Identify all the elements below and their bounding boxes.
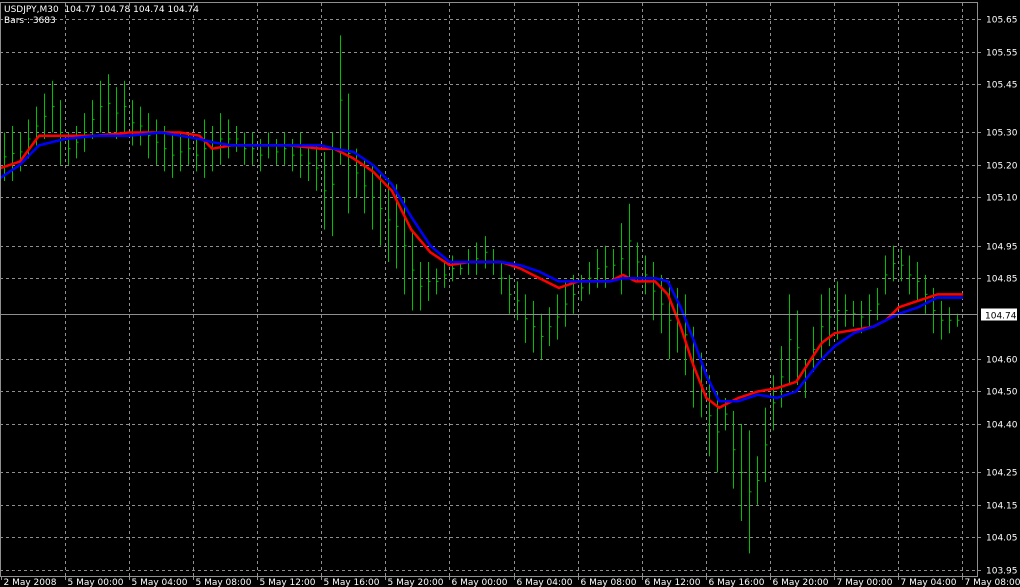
x-tick-label: 6 May 20:00 bbox=[773, 578, 829, 587]
x-tick-label: 6 May 12:00 bbox=[645, 578, 701, 587]
y-tick-label: 104.95 bbox=[986, 243, 1018, 253]
y-tick-label: 104.40 bbox=[986, 421, 1018, 431]
x-tick-label: 6 May 08:00 bbox=[581, 578, 637, 587]
y-tick-label: 105.55 bbox=[986, 49, 1018, 59]
price-chart[interactable]: 105.65 105.55 105.45 105.30 105.20 105.10 104.… bbox=[0, 0, 1020, 587]
y-tick-label: 105.45 bbox=[986, 81, 1018, 91]
y-tick-label: 103.95 bbox=[986, 567, 1018, 577]
y-tick-label: 105.20 bbox=[986, 162, 1018, 172]
y-tick-label: 105.10 bbox=[986, 194, 1018, 204]
y-tick-label: 104.60 bbox=[986, 356, 1018, 366]
x-tick-label: 5 May 04:00 bbox=[132, 578, 188, 587]
y-tick-label: 104.05 bbox=[986, 534, 1018, 544]
y-tick-label: 104.15 bbox=[986, 502, 1018, 512]
x-tick-label: 6 May 00:00 bbox=[452, 578, 508, 587]
x-tick-label: 5 May 12:00 bbox=[260, 578, 316, 587]
x-tick-label: 5 May 00:00 bbox=[68, 578, 124, 587]
x-tick-label: 5 May 20:00 bbox=[388, 578, 444, 587]
x-tick-label: 6 May 04:00 bbox=[517, 578, 573, 587]
current-price-label: 104.74 bbox=[981, 308, 1017, 322]
y-tick-label: 104.25 bbox=[986, 469, 1018, 479]
x-tick-label: 5 May 16:00 bbox=[324, 578, 380, 587]
y-tick-label: 104.50 bbox=[986, 388, 1018, 398]
y-tick-label: 105.30 bbox=[986, 129, 1018, 139]
x-tick-label: 7 May 04:00 bbox=[901, 578, 957, 587]
x-tick-label: 2 May 2008 bbox=[4, 578, 57, 587]
symbol-ohlc-info: USDJPY,M30 104.77 104.78 104.74 104.74 bbox=[4, 5, 199, 15]
current-price-label-text: 104.74 bbox=[985, 312, 1017, 322]
x-tick-label: 7 May 00:00 bbox=[837, 578, 893, 587]
y-tick-label: 105.65 bbox=[986, 16, 1018, 26]
x-tick-label: 7 May 08:00 bbox=[965, 578, 1020, 587]
x-tick-label: 5 May 08:00 bbox=[196, 578, 252, 587]
x-tick-label: 6 May 16:00 bbox=[709, 578, 765, 587]
y-tick-label: 104.85 bbox=[986, 275, 1018, 285]
bars-count-info: Bars : 3683 bbox=[4, 16, 56, 26]
